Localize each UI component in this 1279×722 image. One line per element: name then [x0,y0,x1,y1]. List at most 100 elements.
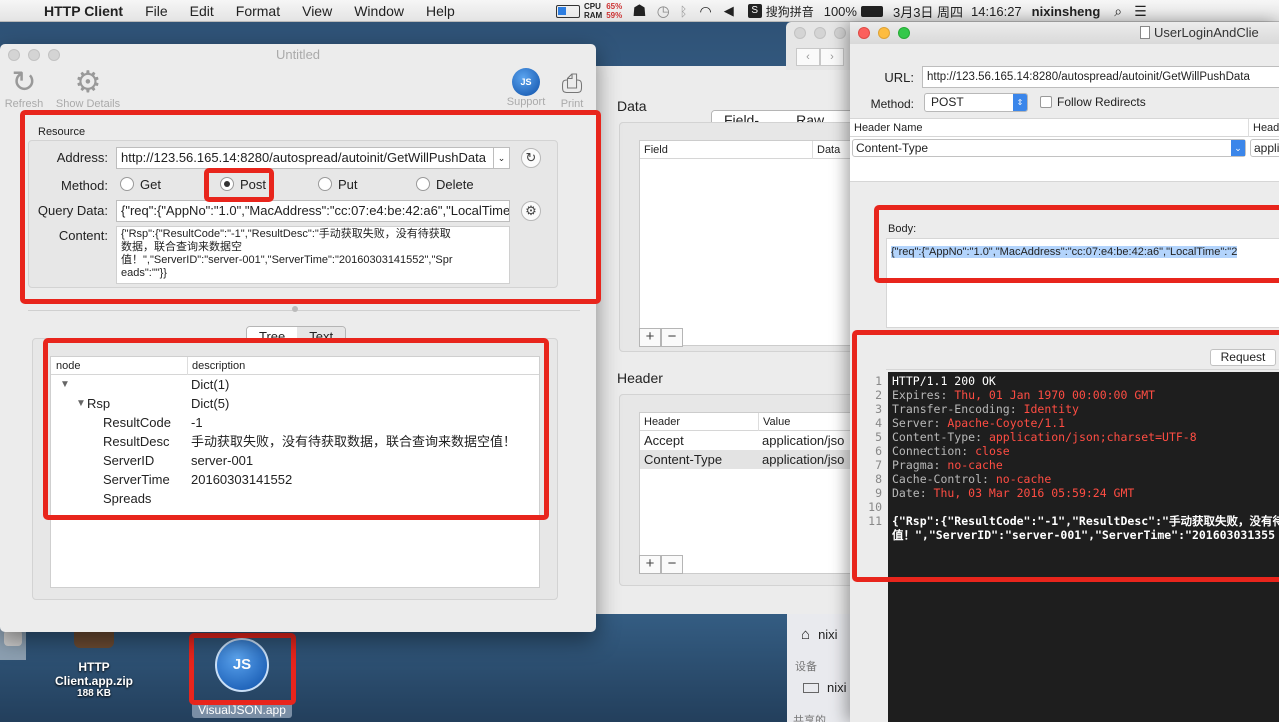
col-header-value[interactable]: Head [1248,119,1279,137]
highlight-box-body [874,205,1279,283]
remove-row-button[interactable]: − [661,328,683,347]
follow-redirects-checkbox[interactable]: Follow Redirects [1040,95,1146,109]
split-divider[interactable] [28,310,580,314]
close-button[interactable] [858,27,870,39]
data-table: Field Data [639,140,859,346]
data-table-header: Field Data [640,141,858,159]
chevron-down-icon: ⌄ [1231,140,1245,156]
header-value: application/jso [762,452,845,467]
highlight-box-response [852,330,1279,582]
method-select[interactable]: POST ⇕ [924,93,1028,112]
zoom-button[interactable] [834,27,846,39]
header-name-select[interactable]: Content-Type ⌄ [852,139,1246,157]
highlight-box-desktop-app [189,633,296,705]
print-button[interactable]: ⎙ Print [552,68,592,110]
finder-device-label: nixi [827,680,847,695]
show-details-button[interactable]: ⚙ Show Details [50,68,126,111]
header-value-text: appli [1254,141,1279,155]
battery-icon[interactable] [860,5,883,17]
remove-header-button[interactable]: − [661,555,683,574]
data-section-label: Data [617,98,647,114]
refresh-button[interactable]: ↻ Refresh [4,68,44,111]
finder-device-item[interactable]: nixi [803,680,847,695]
highlight-box-resource [20,110,601,304]
support-label: Support [506,96,546,108]
highlight-box-post [204,168,274,202]
header-name-value: Content-Type [856,141,929,155]
url-label: URL: [884,70,914,85]
header-value-input[interactable]: appli [1250,139,1279,157]
file-size: 188 KB [77,688,111,699]
back-forward-buttons: ‹ › [796,48,844,66]
header-section-label: Header [617,370,663,386]
cpu-value: 65% [606,2,623,11]
menu-format[interactable]: Format [236,3,280,19]
menubar-date[interactable]: 3月3日 周四 [893,2,963,21]
dock-trash-icon[interactable] [4,630,22,646]
zoom-button[interactable] [898,27,910,39]
col-header-name[interactable]: Header Name [854,119,922,137]
time-machine-icon[interactable]: ◷ [657,2,670,20]
add-row-button[interactable]: + [639,328,661,347]
menu-help[interactable]: Help [426,3,455,19]
ram-label: RAM [584,11,603,20]
checkbox-box [1040,96,1052,108]
close-button[interactable] [794,27,806,39]
notification-center-icon[interactable]: ☰ [1134,3,1147,20]
document-icon [1140,26,1150,39]
laptop-icon [803,682,819,693]
header-add-remove: + − [639,555,683,574]
menu-edit[interactable]: Edit [190,3,214,19]
close-button[interactable] [8,49,20,61]
add-header-button[interactable]: + [639,555,661,574]
url-input[interactable]: http://123.56.165.14:8280/autospread/aut… [922,66,1279,88]
volume-icon[interactable]: ◀ [724,3,734,19]
col-field[interactable]: Field [644,141,668,159]
menu-window[interactable]: Window [354,3,404,19]
minimize-button[interactable] [28,49,40,61]
col-value[interactable]: Value [758,413,790,431]
desktop-file-http-client-zip[interactable]: HTTP Client.app.zip 188 KB [48,632,140,699]
support-button[interactable]: JS Support [504,68,548,108]
header-table-header: Header Value [640,413,858,431]
highlight-box-tree [43,338,549,520]
menu-file[interactable]: File [145,3,168,19]
col-header[interactable]: Header [644,413,680,431]
zip-file-icon [74,632,114,648]
menu-app-name[interactable]: HTTP Client [44,3,123,19]
back-button[interactable]: ‹ [796,48,820,66]
menu-extras: CPU RAM 65% 59% ☗ ◷ ᛒ ◠ ◀ S 搜狗拼音 100% 3月3日… [556,0,1147,22]
finder-sidebar: ⌂ nixi 设备 nixi 共享的 [787,614,857,722]
follow-redirects-label: Follow Redirects [1057,95,1146,109]
screen-icon[interactable] [556,4,580,18]
forward-button[interactable]: › [820,48,844,66]
divider-handle[interactable] [292,306,298,312]
window-title: Untitled [275,47,321,62]
monitor-icon[interactable]: ☗ [632,1,646,21]
menubar-time[interactable]: 14:16:27 [971,4,1022,19]
json-logo-icon: JS [512,68,540,96]
menubar-user[interactable]: nixinsheng [1032,4,1101,19]
wifi-icon[interactable]: ◠ [699,3,711,20]
header-row[interactable]: Accept application/jso [640,431,858,450]
menu-view[interactable]: View [302,3,332,19]
header-key: Accept [644,433,684,448]
header-value: application/jso [762,433,845,448]
minimize-button[interactable] [814,27,826,39]
battery-percent: 100% [823,3,857,19]
zoom-button[interactable] [48,49,60,61]
window-title: UserLoginAndClie [1154,25,1259,40]
col-data[interactable]: Data [812,141,840,159]
refresh-label: Refresh [4,98,44,110]
spotlight-search-icon[interactable]: ⌕ [1114,3,1122,20]
input-method-icon[interactable]: S [747,4,762,18]
finder-home-item[interactable]: ⌂ nixi [801,626,838,643]
minimize-button[interactable] [878,27,890,39]
cpu-label: CPU [584,2,601,11]
request-editor-window: Data Field-Value Raw T Field Data +− Hea… [594,66,859,614]
header-row[interactable]: Content-Type application/jso [640,450,858,469]
headers-table-header: Header Name Head [850,119,1279,137]
bluetooth-icon[interactable]: ᛒ [680,4,688,19]
printer-icon: ⎙ [561,68,583,98]
input-method-label[interactable]: 搜狗拼音 [766,3,814,20]
